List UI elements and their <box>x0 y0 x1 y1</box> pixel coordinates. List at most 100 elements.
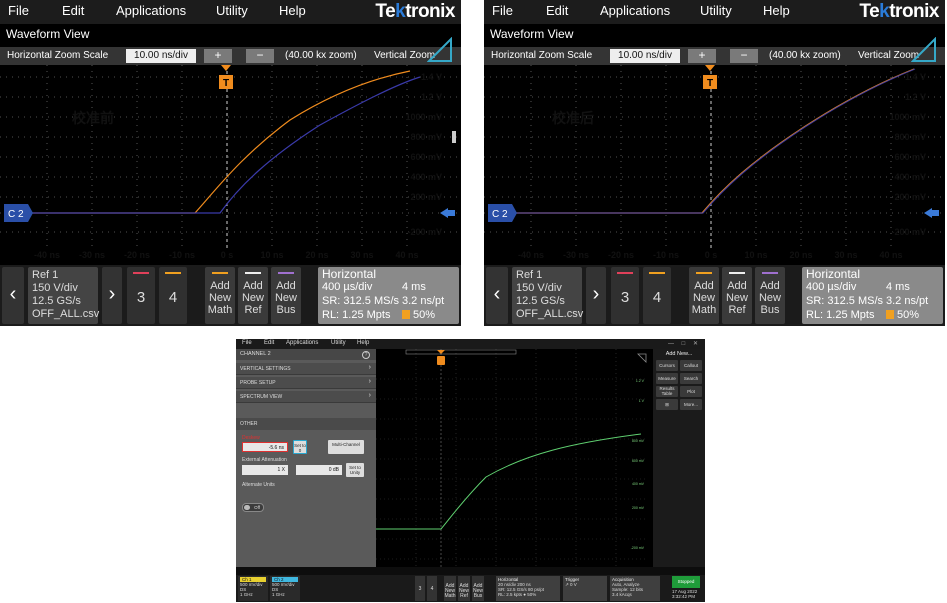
menu-utility[interactable]: Utility <box>700 3 732 18</box>
set-to-zero-button[interactable]: Set to 0 <box>293 440 307 454</box>
section-spectrum-view[interactable]: SPECTRUM VIEW › <box>236 391 376 403</box>
add-new-bus-button[interactable]: Add New Bus <box>271 267 301 324</box>
menu-file[interactable]: File <box>8 3 29 18</box>
zoom-in-button[interactable]: + <box>688 49 716 63</box>
zoom-handle-icon[interactable] <box>427 37 453 63</box>
menu-file[interactable]: File <box>492 3 513 18</box>
horizontal-badge[interactable]: Horizontal 20 ns/div 200 ns SR: 12.5 GS/… <box>496 576 560 601</box>
attenuation-input[interactable]: 1 X <box>242 465 288 475</box>
section-other[interactable]: OTHER <box>236 418 376 430</box>
y-tick: 800 mV <box>410 132 442 142</box>
zoom-in-button[interactable]: + <box>204 49 232 63</box>
menu-help[interactable]: Help <box>357 340 369 346</box>
channel-2-settings-panel: CHANNEL 2 ? VERTICAL SETTINGS › PROBE SET… <box>236 349 376 567</box>
add-new-bus-button[interactable]: Add New Bus <box>472 576 484 601</box>
plot-button[interactable]: Plot <box>680 386 702 397</box>
offset-arrow-icon[interactable] <box>440 208 455 218</box>
zoom-out-button[interactable]: − <box>730 49 758 63</box>
window-controls[interactable]: — □ ✕ <box>668 340 701 347</box>
menu-help[interactable]: Help <box>279 3 306 18</box>
menu-applications[interactable]: Applications <box>600 3 670 18</box>
channel-2-marker[interactable]: C 2 <box>4 204 33 222</box>
channel-3-button[interactable]: 3 <box>415 576 425 601</box>
help-icon[interactable]: ? <box>362 351 370 359</box>
add-new-ref-button[interactable]: Add New Ref <box>458 576 470 601</box>
menu-applications[interactable]: Applications <box>116 3 186 18</box>
x-tick: -40 ns <box>34 250 60 260</box>
channel-3-button[interactable]: 3 <box>611 267 639 324</box>
deskew-input[interactable]: -5.6 ns <box>242 442 288 452</box>
grid-icon[interactable]: ⊞ <box>656 399 678 410</box>
scroll-left-button[interactable]: ‹ <box>486 267 508 324</box>
zoom-scale-input[interactable]: 10.00 ns/div <box>610 49 680 63</box>
menu-edit[interactable]: Edit <box>546 3 568 18</box>
attenuation-db-input[interactable]: 0 dB <box>296 465 342 475</box>
section-probe-setup[interactable]: PROBE SETUP › <box>236 377 376 389</box>
menu-bar: File Edit Applications Utility Help Tekt… <box>0 0 461 24</box>
menu-help[interactable]: Help <box>763 3 790 18</box>
channel-4-button[interactable]: 4 <box>159 267 187 324</box>
zoom-toolbar: Horizontal Zoom Scale 10.00 ns/div + − (… <box>484 47 945 65</box>
ref-name: Ref 1 <box>32 269 59 281</box>
y-tick: -200 mV <box>631 546 645 550</box>
multi-channel-button[interactable]: Multi-Channel <box>328 440 364 454</box>
acquisition-badge[interactable]: Acquisition Auto, Analyze Sample: 12 bit… <box>610 576 660 601</box>
horizontal-settings-badge[interactable]: Horizontal 400 µs/div 4 ms SR: 312.5 MS/s… <box>318 267 459 324</box>
scroll-right-button[interactable]: › <box>586 267 606 324</box>
add-new-ref-button[interactable]: Add New Ref <box>238 267 268 324</box>
menu-utility[interactable]: Utility <box>331 340 346 346</box>
alternate-units-toggle[interactable]: Off <box>242 503 264 512</box>
section-vertical-settings[interactable]: VERTICAL SETTINGS › <box>236 363 376 375</box>
date-time: 17 Aug 2022 3:32:42 PM <box>672 589 698 599</box>
add-new-math-button[interactable]: Add New Math <box>444 576 456 601</box>
trigger-marker[interactable]: T <box>219 65 233 89</box>
add-new-panel: Add New... Cursors Callout Measure Searc… <box>653 349 705 567</box>
search-button[interactable]: Search <box>680 373 702 384</box>
ref1-badge[interactable]: Ref 1 150 V/div 12.5 GS/s OFF_ALL.csv <box>28 267 99 324</box>
channel-2-badge[interactable]: Ch 2 500 mV/div DS 1 GHz <box>270 576 300 601</box>
annotation-label: 校准后 <box>552 110 594 127</box>
measure-button[interactable]: Measure <box>656 373 678 384</box>
add-new-ref-button[interactable]: Add New Ref <box>722 267 752 324</box>
zoom-handle-icon[interactable] <box>911 37 937 63</box>
waveform-view-title: Waveform View <box>6 27 90 41</box>
zoom-scale-input[interactable]: 10.00 ns/div <box>126 49 196 63</box>
scroll-left-button[interactable]: ‹ <box>2 267 24 324</box>
trigger-badge[interactable]: Trigger ↗ 0 V <box>563 576 607 601</box>
add-new-math-button[interactable]: Add New Math <box>689 267 719 324</box>
menu-edit[interactable]: Edit <box>264 340 274 346</box>
scroll-handle[interactable] <box>452 131 456 143</box>
waveform-blue <box>514 68 916 214</box>
more-button[interactable]: More... <box>680 399 702 410</box>
callout-button[interactable]: Callout <box>680 360 702 371</box>
cursors-button[interactable]: Cursors <box>656 360 678 371</box>
waveform-plot[interactable]: T 校准前 C 2 1.4 V 1.2 V 1000 mV 800 mV 600… <box>0 65 461 265</box>
channel-3-button[interactable]: 3 <box>127 267 155 324</box>
horizontal-settings-badge[interactable]: Horizontal 400 µs/div 4 ms SR: 312.5 MS/s… <box>802 267 943 324</box>
scroll-right-button[interactable]: › <box>102 267 122 324</box>
horizontal-row-1: 400 µs/div 4 ms <box>322 281 426 293</box>
add-new-bus-button[interactable]: Add New Bus <box>755 267 785 324</box>
trigger-marker[interactable]: T <box>703 65 717 89</box>
zoom-out-button[interactable]: − <box>246 49 274 63</box>
menu-file[interactable]: File <box>242 340 252 346</box>
offset-arrow-icon[interactable] <box>924 208 939 218</box>
horizontal-title: Horizontal <box>322 267 377 281</box>
menu-edit[interactable]: Edit <box>62 3 84 18</box>
channel-2-marker[interactable]: C 2 <box>488 204 517 222</box>
channel-1-badge[interactable]: Ch 1 500 mV/div DS 1 GHz <box>238 576 268 601</box>
ref-name: Ref 1 <box>516 269 543 281</box>
horizontal-row-3: RL: 1.25 Mpts 50% <box>806 309 920 321</box>
ref1-badge[interactable]: Ref 1 150 V/div 12.5 GS/s OFF_ALL.csv <box>512 267 583 324</box>
waveform-plot[interactable]: 1.2 V 1 V 800 mV 600 mV 400 mV 200 mV -2… <box>376 349 653 567</box>
add-new-math-button[interactable]: Add New Math <box>205 267 235 324</box>
results-table-button[interactable]: Results Table <box>656 386 678 397</box>
run-stop-status[interactable]: Stopped <box>672 576 700 588</box>
channel-4-button[interactable]: 4 <box>427 576 437 601</box>
menu-utility[interactable]: Utility <box>216 3 248 18</box>
waveform-plot[interactable]: T 校准后 C 2 1.4 V 1.2 V 1000 mV 800 mV 600… <box>484 65 945 265</box>
menu-applications[interactable]: Applications <box>286 340 318 346</box>
set-to-unity-button[interactable]: Set to Unity <box>346 463 364 477</box>
y-tick: 200 mV <box>410 192 442 202</box>
channel-4-button[interactable]: 4 <box>643 267 671 324</box>
